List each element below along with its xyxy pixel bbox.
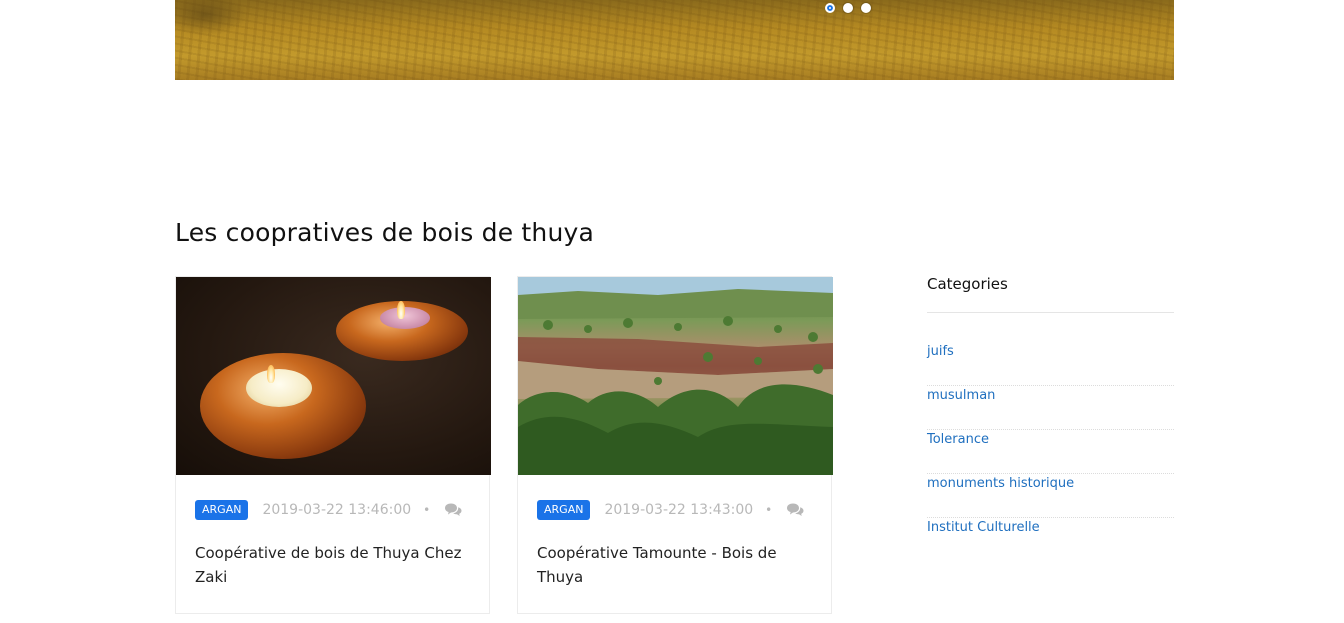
article-image[interactable] xyxy=(518,277,833,475)
slider-indicators xyxy=(825,3,871,13)
category-link-musulman[interactable]: musulman xyxy=(927,386,1174,430)
post-date: 2019-03-22 13:46:00 xyxy=(262,502,412,518)
candle-wax-shape xyxy=(380,307,430,329)
article-title[interactable]: Coopérative de bois de Thuya Chez Zaki xyxy=(195,541,470,589)
sidebar-title: Categories xyxy=(927,274,1174,313)
meta-separator: • xyxy=(765,503,773,517)
meta-separator: • xyxy=(423,503,431,517)
category-badge[interactable]: ARGAN xyxy=(537,500,591,520)
post-date: 2019-03-22 13:43:00 xyxy=(604,502,754,518)
slider-dot-3[interactable] xyxy=(861,3,871,13)
category-link-institut-culturelle[interactable]: Institut Culturelle xyxy=(927,518,1174,562)
sidebar-categories: Categories juifs musulman Tolerance monu… xyxy=(927,274,1174,562)
article-card[interactable]: ARGAN 2019-03-22 13:43:00 • Coopérative … xyxy=(517,276,833,614)
comments-icon[interactable] xyxy=(786,503,804,517)
candle-wax-shape xyxy=(246,369,312,407)
category-link-tolerance[interactable]: Tolerance xyxy=(927,430,1174,474)
category-link-monuments-historique[interactable]: monuments historique xyxy=(927,474,1174,518)
category-list: juifs musulman Tolerance monuments histo… xyxy=(927,342,1174,562)
article-card[interactable]: ARGAN 2019-03-22 13:46:00 • Coopérative … xyxy=(175,276,491,614)
article-image[interactable] xyxy=(176,277,491,475)
comments-icon[interactable] xyxy=(444,503,462,517)
slider-dot-2[interactable] xyxy=(843,3,853,13)
slider-dot-1[interactable] xyxy=(825,3,835,13)
flame-shape xyxy=(397,301,405,319)
landscape-illustration xyxy=(518,277,833,475)
category-link-juifs[interactable]: juifs xyxy=(927,342,1174,386)
category-badge[interactable]: ARGAN xyxy=(195,500,249,520)
hero-slider xyxy=(175,0,1174,80)
flame-shape xyxy=(267,365,275,383)
section-title: Les coopratives de bois de thuya xyxy=(175,218,595,247)
article-title[interactable]: Coopérative Tamounte - Bois de Thuya xyxy=(537,541,812,589)
